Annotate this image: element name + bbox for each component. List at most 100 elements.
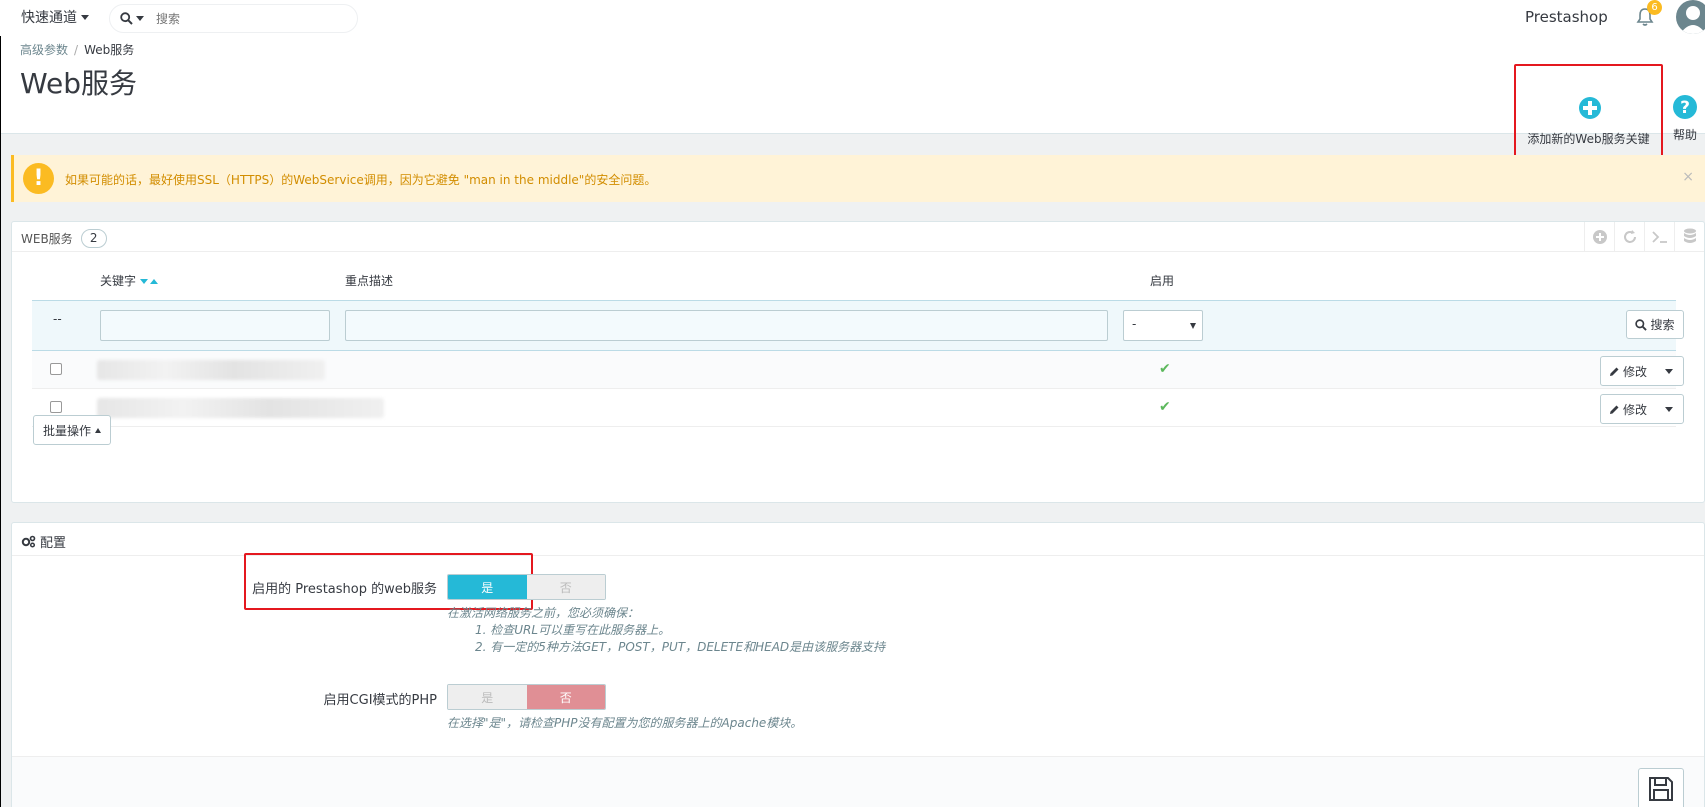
- chevron-up-icon: [95, 427, 101, 433]
- panel-footer: [12, 756, 1704, 807]
- row-checkbox[interactable]: [50, 363, 62, 375]
- shop-name-link[interactable]: Prestashop: [1525, 8, 1608, 26]
- edit-button[interactable]: 修改: [1600, 394, 1684, 424]
- cgi-help-text: 在选择"是"，请检查PHP没有配置为您的服务器上的Apache模块。: [447, 716, 803, 730]
- edit-action[interactable]: 修改: [1601, 401, 1656, 418]
- header-search: [109, 4, 358, 33]
- gears-icon: [21, 535, 36, 548]
- quick-access-dropdown[interactable]: 快速通道: [21, 7, 89, 27]
- search-icon: [120, 12, 133, 25]
- chevron-down-icon: [81, 14, 89, 20]
- webservice-enable-label: 启用的 Prestashop 的web服务: [252, 582, 437, 597]
- chevron-down-icon: [136, 16, 144, 21]
- switch-yes-option[interactable]: 是: [448, 575, 527, 599]
- top-navbar: 快速通道 Prestashop 6: [0, 0, 1705, 36]
- enabled-check-icon[interactable]: ✔: [1159, 361, 1171, 377]
- chevron-down-icon: [1665, 406, 1674, 412]
- webservice-help-text: 在激活网络服务之前，您必须确保： 1. 检查URL可以重写在此服务器上。 2. …: [447, 605, 885, 656]
- switch-no-option[interactable]: 否: [526, 685, 605, 709]
- help-line: 1. 检查URL可以重写在此服务器上。: [475, 623, 671, 637]
- sort-icon[interactable]: [140, 279, 159, 284]
- panel-tools: [1584, 222, 1704, 252]
- help-button[interactable]: ? 帮助: [1669, 94, 1701, 143]
- switch-no-option[interactable]: 否: [526, 575, 605, 599]
- cgi-mode-switch[interactable]: 是 否: [447, 684, 606, 710]
- breadcrumb-current: Web服务: [84, 43, 135, 57]
- help-icon: ?: [1673, 95, 1697, 119]
- count-badge: 2: [80, 229, 107, 248]
- panel-title: WEB服务 2: [21, 229, 107, 248]
- pencil-icon: [1610, 367, 1619, 376]
- edit-action[interactable]: 修改: [1601, 363, 1656, 380]
- notification-count-badge: 6: [1647, 0, 1662, 15]
- terminal-icon: [1651, 231, 1667, 243]
- sql-query-tool[interactable]: [1644, 222, 1674, 252]
- filter-description-input[interactable]: [345, 310, 1108, 341]
- database-icon: [1683, 228, 1696, 243]
- cgi-mode-label: 启用CGI模式的PHP: [323, 693, 437, 708]
- refresh-tool[interactable]: [1614, 222, 1644, 252]
- quick-access-label: 快速通道: [21, 10, 77, 26]
- save-icon: [1649, 777, 1673, 801]
- user-icon: [1680, 6, 1705, 34]
- column-key-label: 关键字: [100, 274, 137, 288]
- filter-enabled-select[interactable]: -: [1123, 310, 1203, 341]
- column-description: 重点描述: [345, 274, 394, 288]
- close-icon[interactable]: ×: [1682, 169, 1694, 185]
- webservice-list-panel: WEB服务 2 关键字 重点描述 启用 -- - 搜索 ✔ 修改 ✔ 修改 批量…: [11, 221, 1705, 503]
- filter-enabled-value: -: [1132, 317, 1137, 331]
- row-checkbox[interactable]: [50, 401, 62, 413]
- edit-label: 修改: [1623, 402, 1648, 417]
- save-button[interactable]: [1638, 768, 1684, 807]
- add-circle-icon: [1579, 97, 1601, 119]
- warning-icon: !: [23, 163, 54, 194]
- refresh-icon: [1623, 230, 1636, 243]
- enabled-check-icon[interactable]: ✔: [1159, 399, 1171, 415]
- panel-heading: WEB服务 2: [12, 222, 1704, 252]
- switch-yes-option[interactable]: 是: [448, 685, 527, 709]
- help-label: 帮助: [1672, 128, 1697, 142]
- search-input[interactable]: [156, 11, 336, 26]
- page-title: Web服务: [20, 67, 138, 100]
- panel-title-text: WEB服务: [21, 232, 73, 246]
- breadcrumb: 高级参数 / Web服务: [20, 41, 134, 58]
- column-key[interactable]: 关键字: [100, 272, 159, 289]
- help-line: 2. 有一定的5种方法GET，POST，PUT，DELETE和HEAD是由该服务…: [475, 640, 886, 654]
- filter-search-label: 搜索: [1650, 318, 1675, 332]
- edit-button[interactable]: 修改: [1600, 356, 1684, 386]
- table-row: XXXXXXXXXXXXXXXXXXXXXXXXXXXXXXXXXXXXXXXX…: [32, 389, 1684, 427]
- row-key[interactable]: XXXXXXXXXXXXXXXXXXXXXXXXXXXXXXXXXXXXXXXX: [97, 398, 384, 418]
- table-row: XXXXXXXXXXXXXXXXXXXXXXXXXXXXXXXX ✔ 修改: [32, 351, 1684, 389]
- filter-row: -- - 搜索: [32, 300, 1684, 351]
- help-line: 在激活网络服务之前，您必须确保：: [447, 606, 640, 620]
- row-key[interactable]: XXXXXXXXXXXXXXXXXXXXXXXXXXXXXXXX: [97, 360, 325, 380]
- add-circle-icon: [1592, 230, 1607, 244]
- panel-heading: 配置: [12, 523, 1704, 556]
- row-actions-dropdown[interactable]: [1656, 357, 1683, 385]
- panel-title-text: 配置: [40, 536, 67, 551]
- chevron-down-icon: [1665, 368, 1674, 374]
- page-header: 添加新的Web服务关键 ? 帮助: [1, 36, 1705, 160]
- add-webservice-key-button[interactable]: 添加新的Web服务关键: [1514, 64, 1663, 160]
- export-tool[interactable]: [1674, 222, 1704, 252]
- user-avatar[interactable]: [1676, 0, 1705, 34]
- svg-text:?: ?: [1680, 98, 1690, 118]
- search-type-toggle[interactable]: [120, 12, 144, 25]
- alert-text: 如果可能的话，最好使用SSL（HTTPS）的WebService调用，因为它避免…: [65, 173, 657, 187]
- filter-key-input[interactable]: [100, 310, 330, 341]
- row-actions-dropdown[interactable]: [1656, 395, 1683, 423]
- filter-placeholder: --: [53, 312, 62, 326]
- panel-title: 配置: [21, 532, 66, 551]
- table-header: 关键字 重点描述 启用: [32, 269, 1676, 291]
- pencil-icon: [1610, 405, 1619, 414]
- ssl-warning-alert: ! 如果可能的话，最好使用SSL（HTTPS）的WebService调用，因为它…: [11, 155, 1705, 202]
- breadcrumb-parent[interactable]: 高级参数: [20, 43, 68, 57]
- breadcrumb-separator: /: [74, 43, 79, 57]
- filter-search-button[interactable]: 搜索: [1626, 310, 1684, 339]
- column-enabled: 启用: [1150, 274, 1175, 288]
- add-new-tool[interactable]: [1584, 222, 1614, 252]
- search-icon: [1635, 318, 1648, 331]
- webservice-enable-switch[interactable]: 是 否: [447, 574, 606, 600]
- bulk-actions-button[interactable]: 批量操作: [33, 415, 111, 445]
- select-arrow-icon: [1190, 323, 1196, 329]
